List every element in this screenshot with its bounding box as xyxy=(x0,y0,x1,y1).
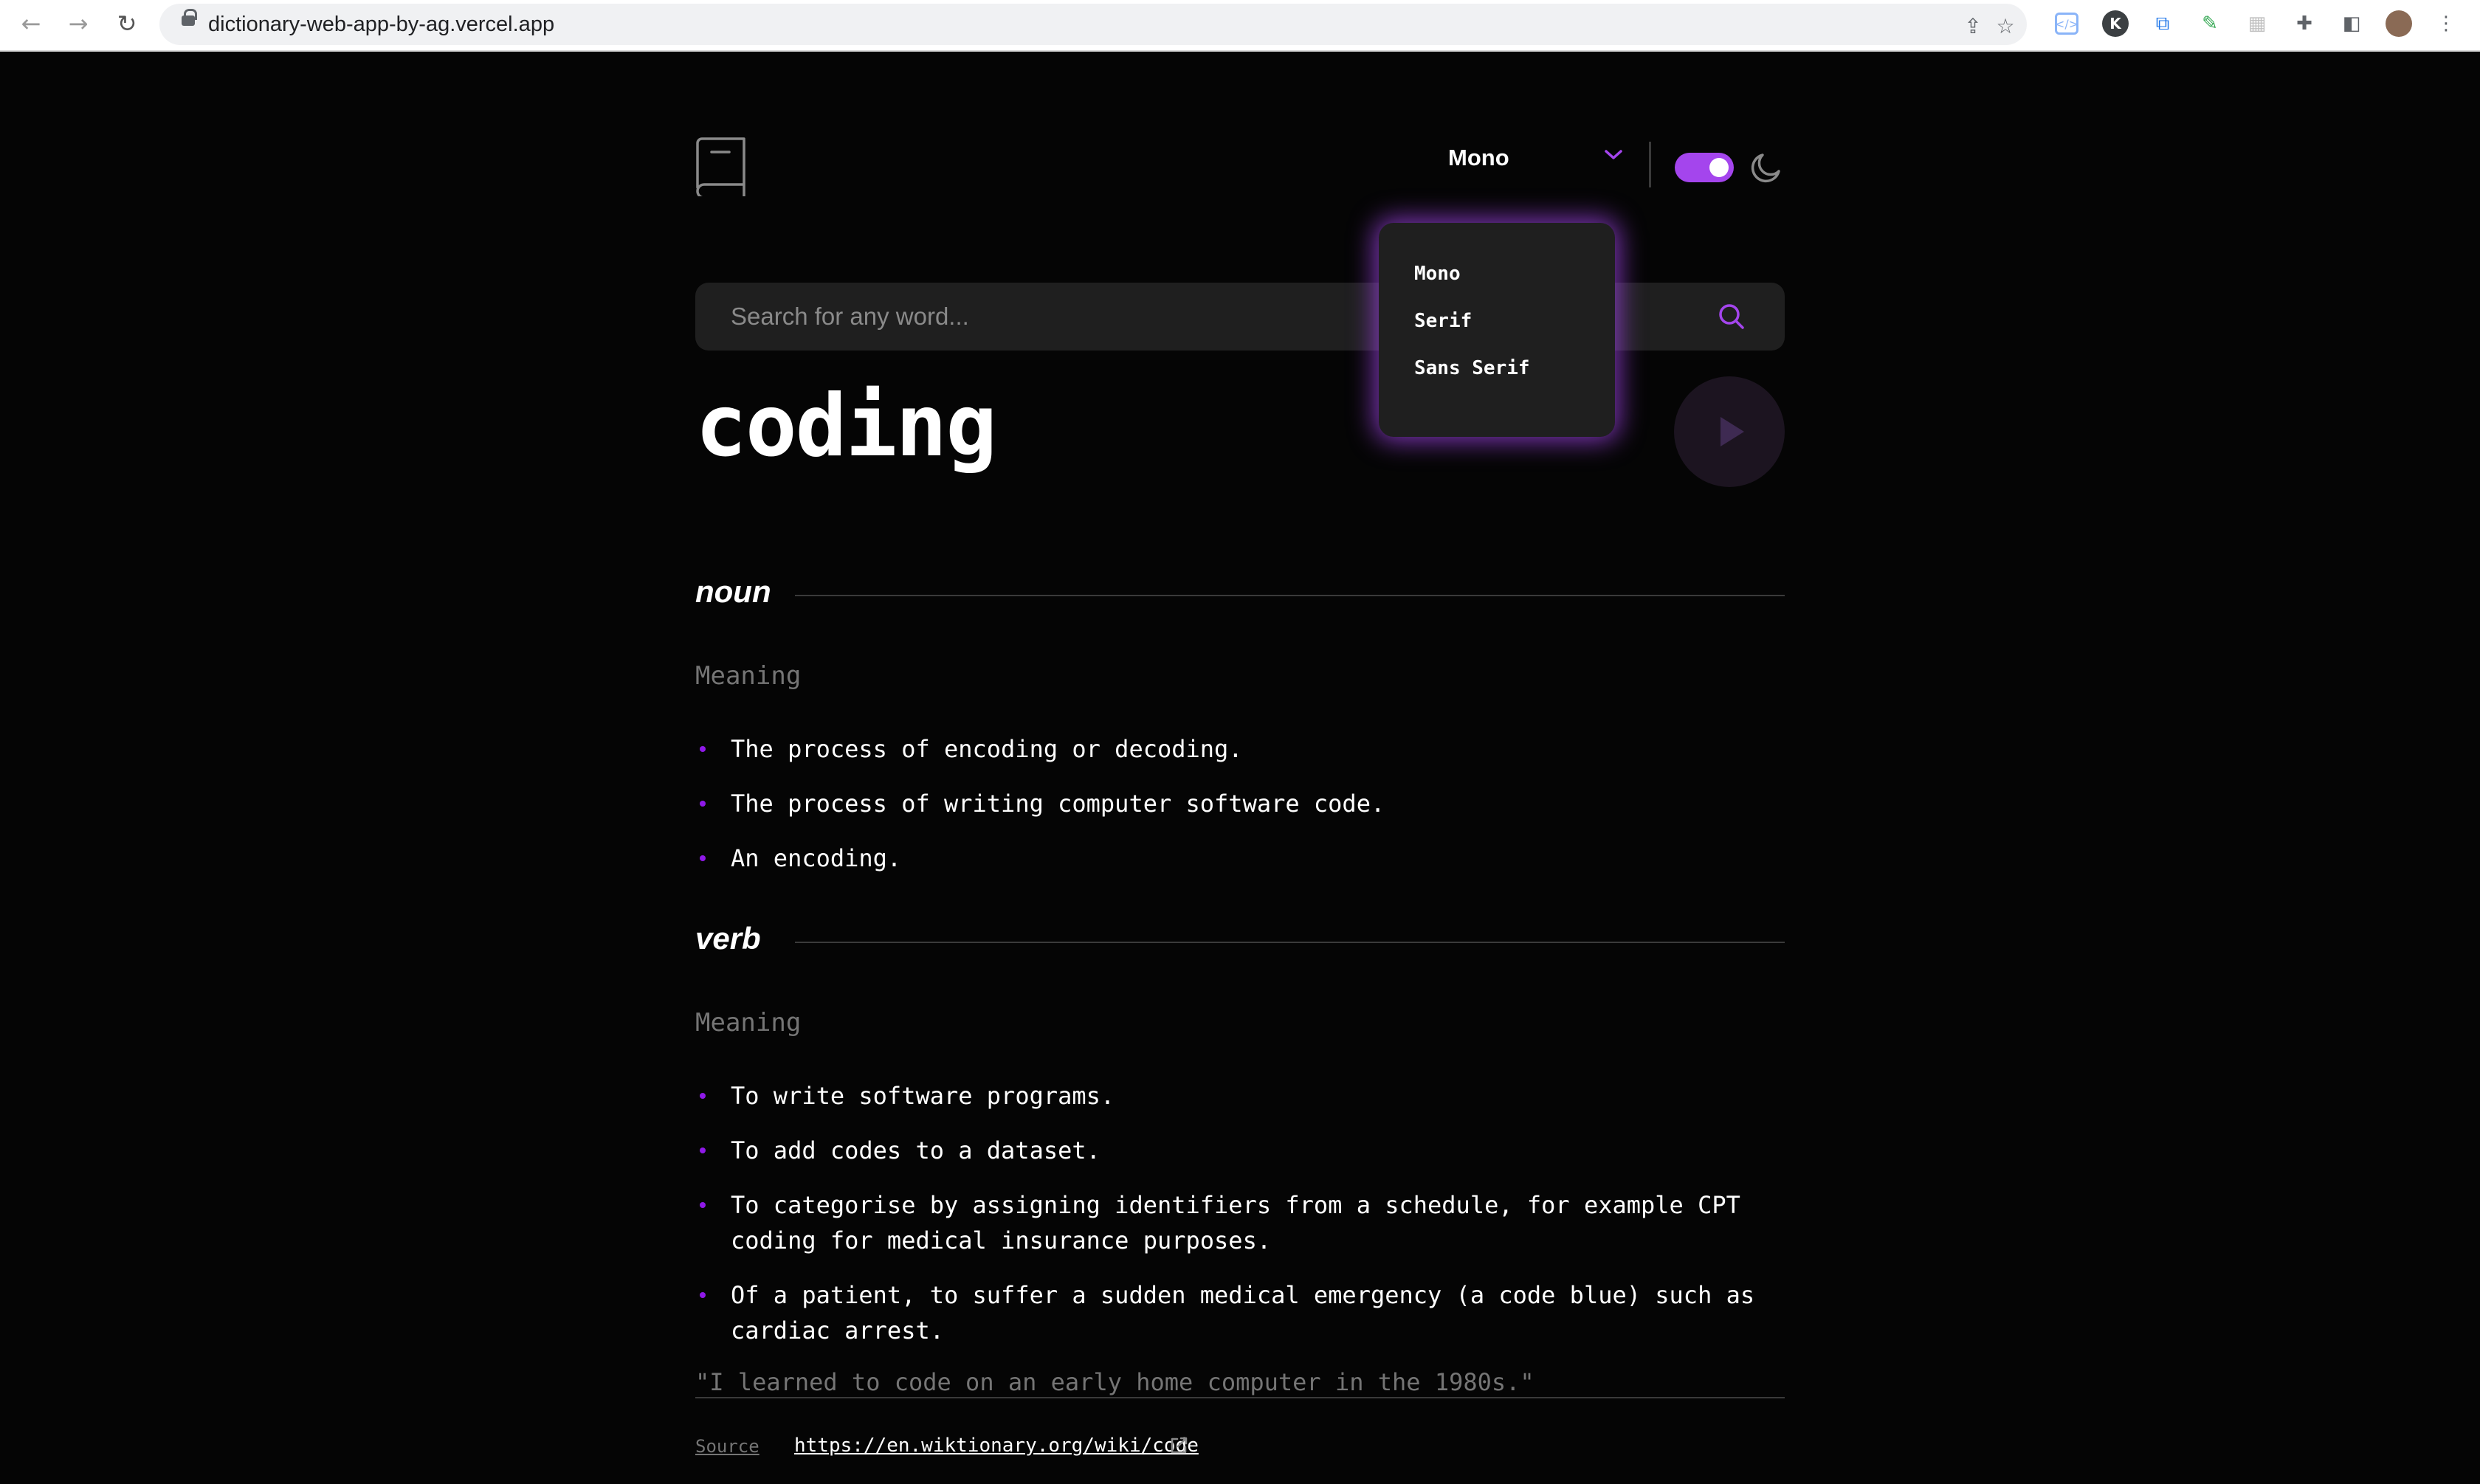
side-panel-icon[interactable]: ◧ xyxy=(2338,10,2365,37)
grid-extension-icon[interactable]: ▦ xyxy=(2244,10,2270,37)
font-select-value: Mono xyxy=(1448,145,1509,170)
header-divider xyxy=(1649,142,1651,187)
definition-item: The process of writing computer software… xyxy=(731,790,1385,818)
theme-toggle[interactable] xyxy=(1675,153,1734,182)
bullet-icon xyxy=(700,746,706,752)
reload-icon[interactable]: ↻ xyxy=(111,7,143,40)
forward-arrow-icon[interactable]: → xyxy=(62,7,94,40)
code-extension-icon[interactable]: </> xyxy=(2055,13,2078,35)
bullet-icon xyxy=(700,801,706,807)
font-family-select[interactable]: Mono xyxy=(1448,142,1625,179)
play-icon xyxy=(1720,417,1744,446)
extensions-puzzle-icon[interactable]: ✚ xyxy=(2291,10,2318,37)
lock-icon xyxy=(182,9,197,26)
profile-avatar[interactable] xyxy=(2386,10,2412,37)
definition-item: The process of encoding or decoding. xyxy=(731,735,1243,763)
dictionary-page: Mono coding noun Meaning The process of … xyxy=(695,52,1785,1484)
definition-item: Of a patient, to suffer a sudden medical… xyxy=(731,1281,1755,1345)
play-pronunciation-button[interactable] xyxy=(1674,376,1785,487)
example-sentence: "I learned to code on an early home comp… xyxy=(695,1368,1534,1396)
bullet-icon xyxy=(700,855,706,861)
external-link-icon[interactable] xyxy=(1168,1435,1190,1457)
toggle-knob xyxy=(1709,158,1729,177)
part-of-speech-heading: noun xyxy=(695,574,771,609)
definition-item: To write software programs. xyxy=(731,1082,1115,1110)
browser-toolbar: ← → ↻ dictionary-web-app-by-ag.vercel.ap… xyxy=(0,0,2480,52)
meaning-label: Meaning xyxy=(695,661,802,691)
font-option-sans-serif[interactable]: Sans Serif xyxy=(1414,357,1530,379)
part-of-speech-heading: verb xyxy=(695,921,761,956)
bullet-icon xyxy=(700,1202,706,1208)
bullet-icon xyxy=(700,1292,706,1298)
font-option-mono[interactable]: Mono xyxy=(1414,263,1461,285)
bullet-icon xyxy=(700,1147,706,1153)
menu-kebab-icon[interactable]: ⋮ xyxy=(2433,10,2459,37)
eyedropper-extension-icon[interactable]: ✎ xyxy=(2197,10,2223,37)
font-dropdown-menu: Mono Serif Sans Serif xyxy=(1379,223,1615,437)
font-option-serif[interactable]: Serif xyxy=(1414,310,1472,332)
share-icon[interactable]: ⇪ xyxy=(1962,15,1984,38)
search-icon[interactable] xyxy=(1717,302,1746,331)
bullet-icon xyxy=(700,1093,706,1099)
url-text: dictionary-web-app-by-ag.vercel.app xyxy=(208,13,555,36)
moon-icon[interactable] xyxy=(1749,151,1783,184)
definition-item: To add codes to a dataset. xyxy=(731,1136,1100,1164)
search-bar xyxy=(695,283,1785,351)
chevron-down-icon xyxy=(1605,150,1622,159)
footer-divider xyxy=(695,1397,1785,1398)
section-divider xyxy=(795,942,1785,943)
k-extension-icon[interactable]: K xyxy=(2102,10,2129,37)
meaning-label: Meaning xyxy=(695,1008,802,1038)
word-title: coding xyxy=(695,376,997,476)
source-link[interactable]: https://en.wiktionary.org/wiki/code xyxy=(794,1435,1199,1457)
definition-item: To categorise by assigning identifiers f… xyxy=(731,1191,1740,1255)
source-label: Source xyxy=(695,1436,760,1457)
book-logo-icon[interactable] xyxy=(695,137,747,199)
definition-item: An encoding. xyxy=(731,844,902,872)
section-divider xyxy=(795,595,1785,596)
translate-extension-icon[interactable]: ⧉ xyxy=(2149,10,2176,37)
address-bar[interactable]: dictionary-web-app-by-ag.vercel.app ⇪ ☆ xyxy=(159,4,2027,45)
back-arrow-icon[interactable]: ← xyxy=(15,7,47,40)
bookmark-star-icon[interactable]: ☆ xyxy=(1994,15,2016,38)
